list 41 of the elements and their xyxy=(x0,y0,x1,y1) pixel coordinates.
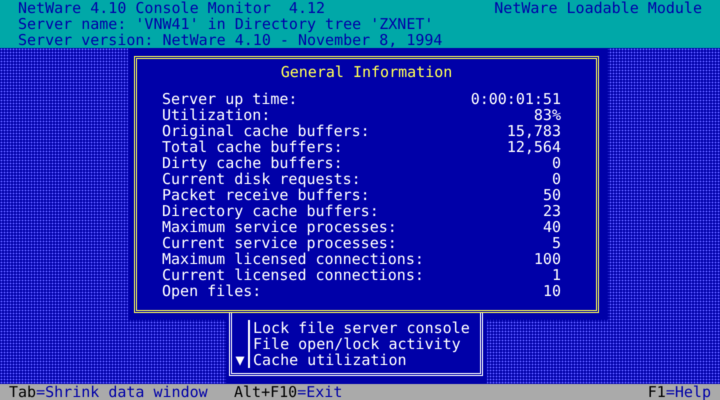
stat-label: Open files: xyxy=(162,283,262,299)
stat-label: Maximum licensed connections: xyxy=(162,251,424,267)
scroll-indicator: ▼ xyxy=(232,352,250,368)
stat-label: Original cache buffers: xyxy=(162,123,370,139)
stat-value: 15,783 xyxy=(506,123,561,139)
stat-value: 0 xyxy=(552,155,561,171)
stat-label: Utilization: xyxy=(162,107,270,123)
stat-label: Current licensed connections: xyxy=(162,267,424,283)
stat-label: Current service processes: xyxy=(162,235,397,251)
module-label: NetWare Loadable Module xyxy=(494,0,702,16)
menu-item[interactable]: File open/lock activity xyxy=(253,336,461,352)
stat-value: 1 xyxy=(552,267,561,283)
stat-value: 40 xyxy=(542,219,561,235)
key-label: Tab xyxy=(9,383,36,400)
key-action: =Help xyxy=(666,383,711,400)
stat-value: 23 xyxy=(542,203,561,219)
stat-label: Total cache buffers: xyxy=(162,139,343,155)
stat-value: 83% xyxy=(534,107,561,123)
menu-item[interactable]: Cache utilization xyxy=(253,352,407,368)
key-label: Alt+F10 xyxy=(234,383,298,400)
key-action: =Shrink data window xyxy=(36,383,208,400)
app-title: NetWare 4.10 Console Monitor 4.12 xyxy=(18,0,326,16)
key-label: F1 xyxy=(648,383,666,400)
stat-value: 0 xyxy=(552,171,561,187)
stat-value: 0:00:01:51 xyxy=(470,91,561,107)
stat-value: 5 xyxy=(552,235,561,251)
menu-item[interactable]: Lock file server console xyxy=(253,320,470,336)
server-info: Server name: 'VNW41' in Directory tree 'ZXNET' xyxy=(18,16,434,32)
stat-value: 10 xyxy=(542,283,561,299)
key-action: =Exit xyxy=(297,383,342,400)
window-title: General Information xyxy=(280,63,452,81)
stat-value: 50 xyxy=(542,187,561,203)
stat-label: Packet receive buffers: xyxy=(162,187,370,203)
server-info: Server version: NetWare 4.10 - November 8, 1994 xyxy=(18,32,442,48)
stat-value: 100 xyxy=(534,251,561,267)
stat-value: 12,564 xyxy=(506,139,561,155)
stat-label: Dirty cache buffers: xyxy=(162,155,343,171)
stat-label: Current disk requests: xyxy=(162,171,361,187)
stat-label: Maximum service processes: xyxy=(162,219,397,235)
stat-label: Directory cache buffers: xyxy=(162,203,379,219)
stat-label: Server up time: xyxy=(162,91,298,107)
